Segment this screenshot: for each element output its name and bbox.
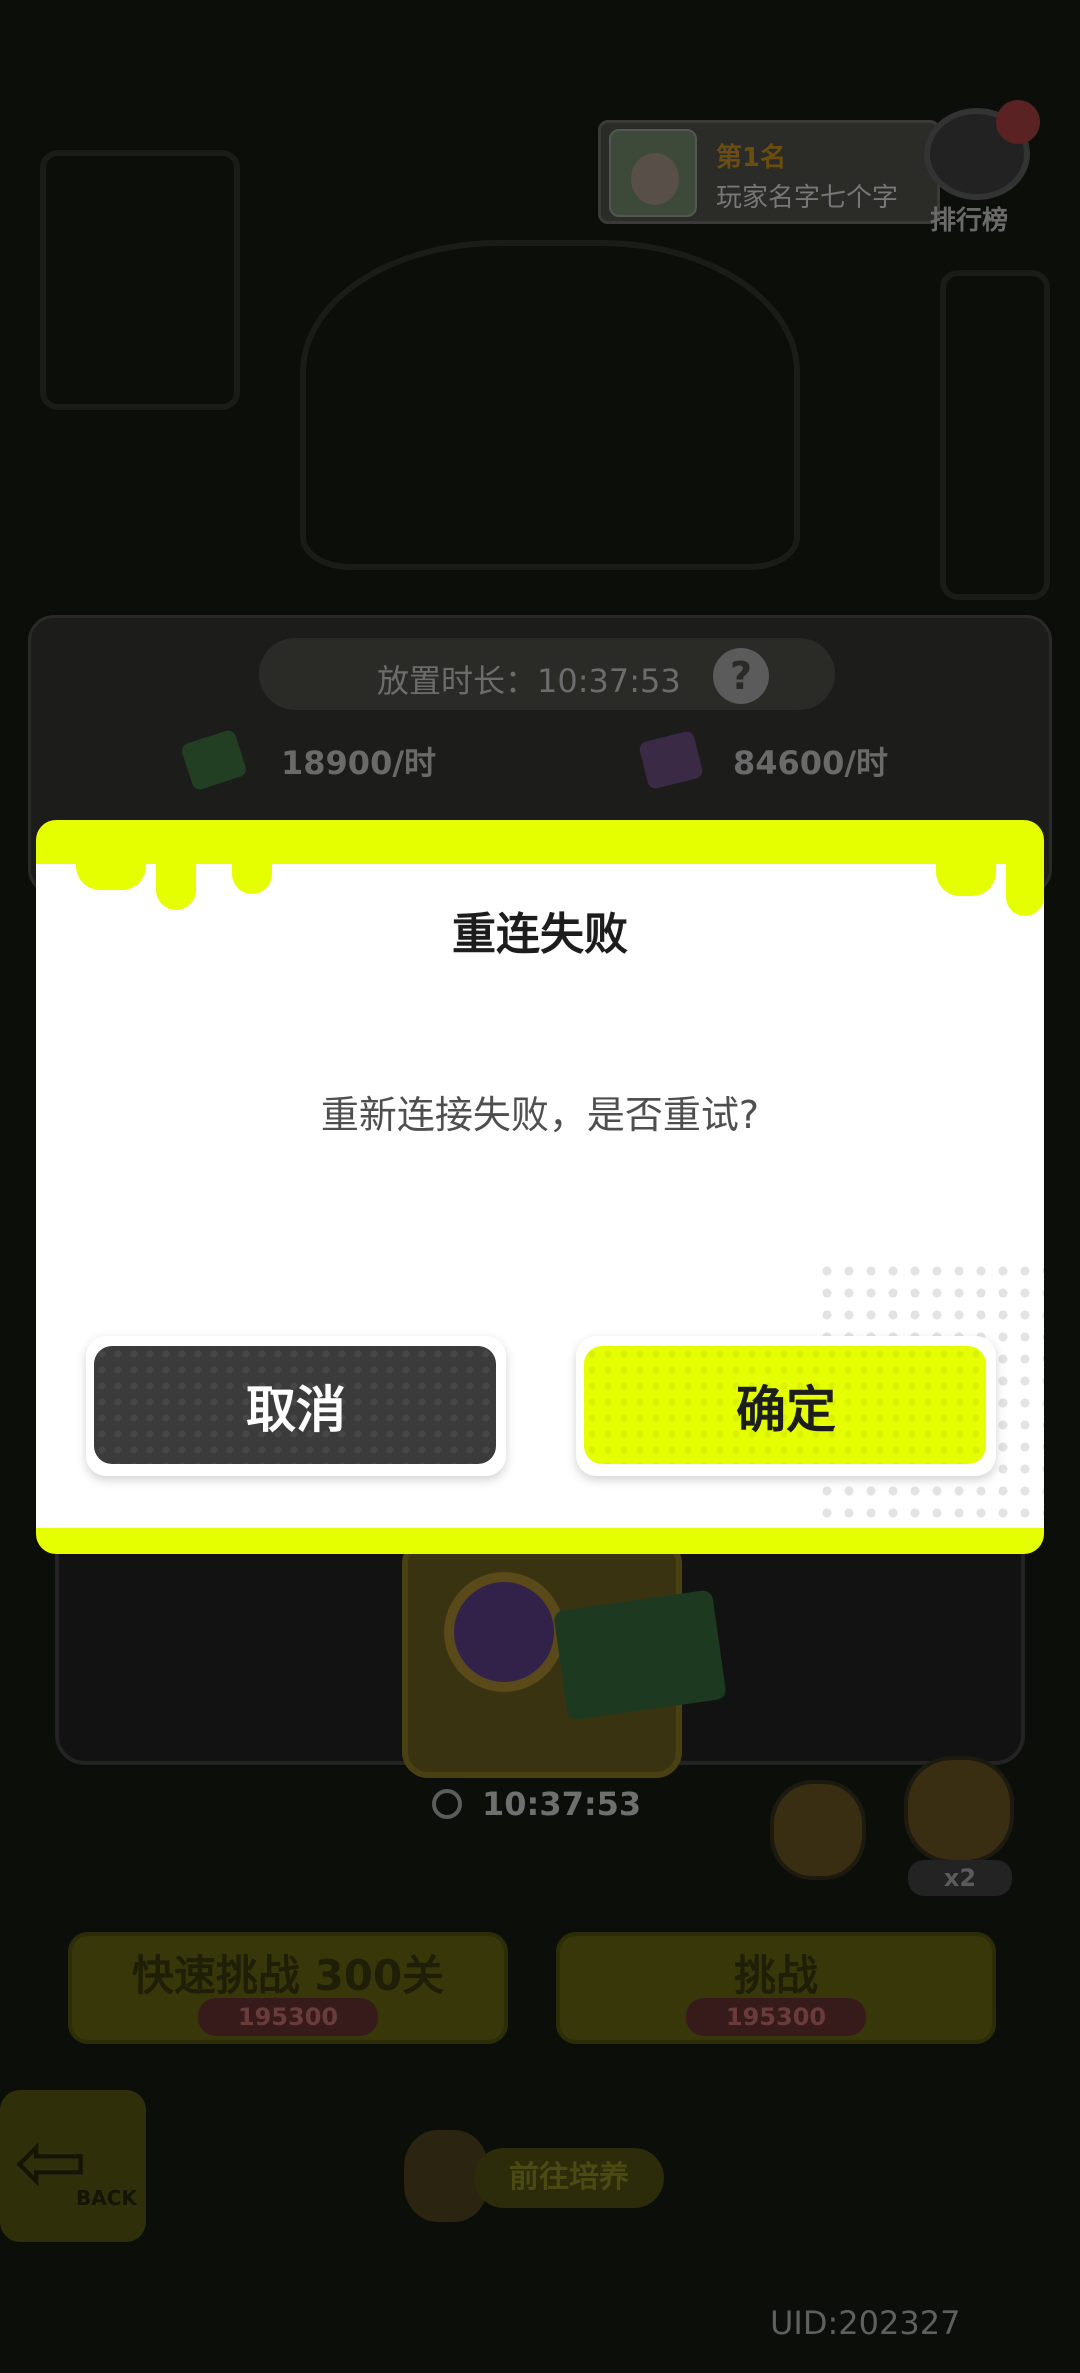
help-icon[interactable]: ? bbox=[713, 648, 769, 704]
cancel-button[interactable]: 取消 bbox=[86, 1336, 506, 1476]
background-art bbox=[300, 240, 800, 570]
bear-count-badge: x2 bbox=[908, 1860, 1012, 1896]
confirm-button[interactable]: 确定 bbox=[576, 1336, 996, 1476]
stage-timer: 10:37:53 bbox=[424, 1783, 664, 1827]
drip-decoration bbox=[936, 854, 996, 896]
cash-icon bbox=[179, 728, 249, 792]
clock-icon bbox=[432, 1789, 462, 1819]
drip-decoration bbox=[232, 854, 272, 894]
quick-challenge-button[interactable]: 快速挑战 300关 195300 bbox=[68, 1932, 508, 2044]
cancel-button-label: 取消 bbox=[246, 1381, 346, 1439]
uid-label: UID:202327 bbox=[770, 2304, 961, 2342]
train-button[interactable]: 前往培养 bbox=[404, 2130, 664, 2222]
background-art bbox=[40, 150, 240, 410]
drip-decoration bbox=[76, 854, 146, 890]
dialog-title: 重连失败 bbox=[452, 909, 628, 960]
train-button-label: 前往培养 bbox=[474, 2148, 664, 2208]
idle-duration-text: 放置时长：10:37:53 bbox=[377, 662, 681, 700]
gem-icon bbox=[638, 729, 704, 791]
cash-pile-icon bbox=[553, 1589, 727, 1721]
bear-icon[interactable] bbox=[904, 1756, 1014, 1864]
stage-timer-text: 10:37:53 bbox=[482, 1785, 642, 1823]
challenge-label: 挑战 bbox=[733, 1951, 818, 2000]
dialog-message: 重新连接失败，是否重试? bbox=[320, 1093, 760, 1137]
avatar bbox=[609, 129, 697, 217]
challenge-cost: 195300 bbox=[686, 1998, 866, 2036]
rank-title: 第1名 bbox=[716, 143, 787, 173]
cash-rate: 18900/时 bbox=[281, 744, 437, 782]
quick-challenge-cost: 195300 bbox=[198, 1998, 378, 2036]
reconnect-failed-dialog: 重连失败 重新连接失败，是否重试? 取消 确定 bbox=[36, 820, 1044, 1554]
gem-rate: 84600/时 bbox=[733, 744, 889, 782]
confirm-button-label: 确定 bbox=[736, 1381, 836, 1439]
idle-duration: 放置时长：10:37:53 ? bbox=[259, 638, 835, 710]
leaderboard-button[interactable]: 排行榜 bbox=[918, 100, 1044, 236]
bear-icon[interactable] bbox=[770, 1780, 866, 1880]
leaderboard-top-card[interactable]: 第1名 玩家名字七个字 bbox=[598, 120, 940, 224]
back-button[interactable]: ⇦ BACK bbox=[0, 2090, 146, 2242]
challenge-button[interactable]: 挑战 195300 bbox=[556, 1932, 996, 2044]
gift-icon bbox=[996, 100, 1040, 144]
leaderboard-button-label: 排行榜 bbox=[930, 206, 1009, 236]
player-name: 玩家名字七个字 bbox=[716, 183, 899, 213]
quick-challenge-label: 快速挑战 300关 bbox=[131, 1951, 445, 2000]
back-button-label: BACK bbox=[76, 2186, 137, 2210]
background-art bbox=[940, 270, 1050, 600]
